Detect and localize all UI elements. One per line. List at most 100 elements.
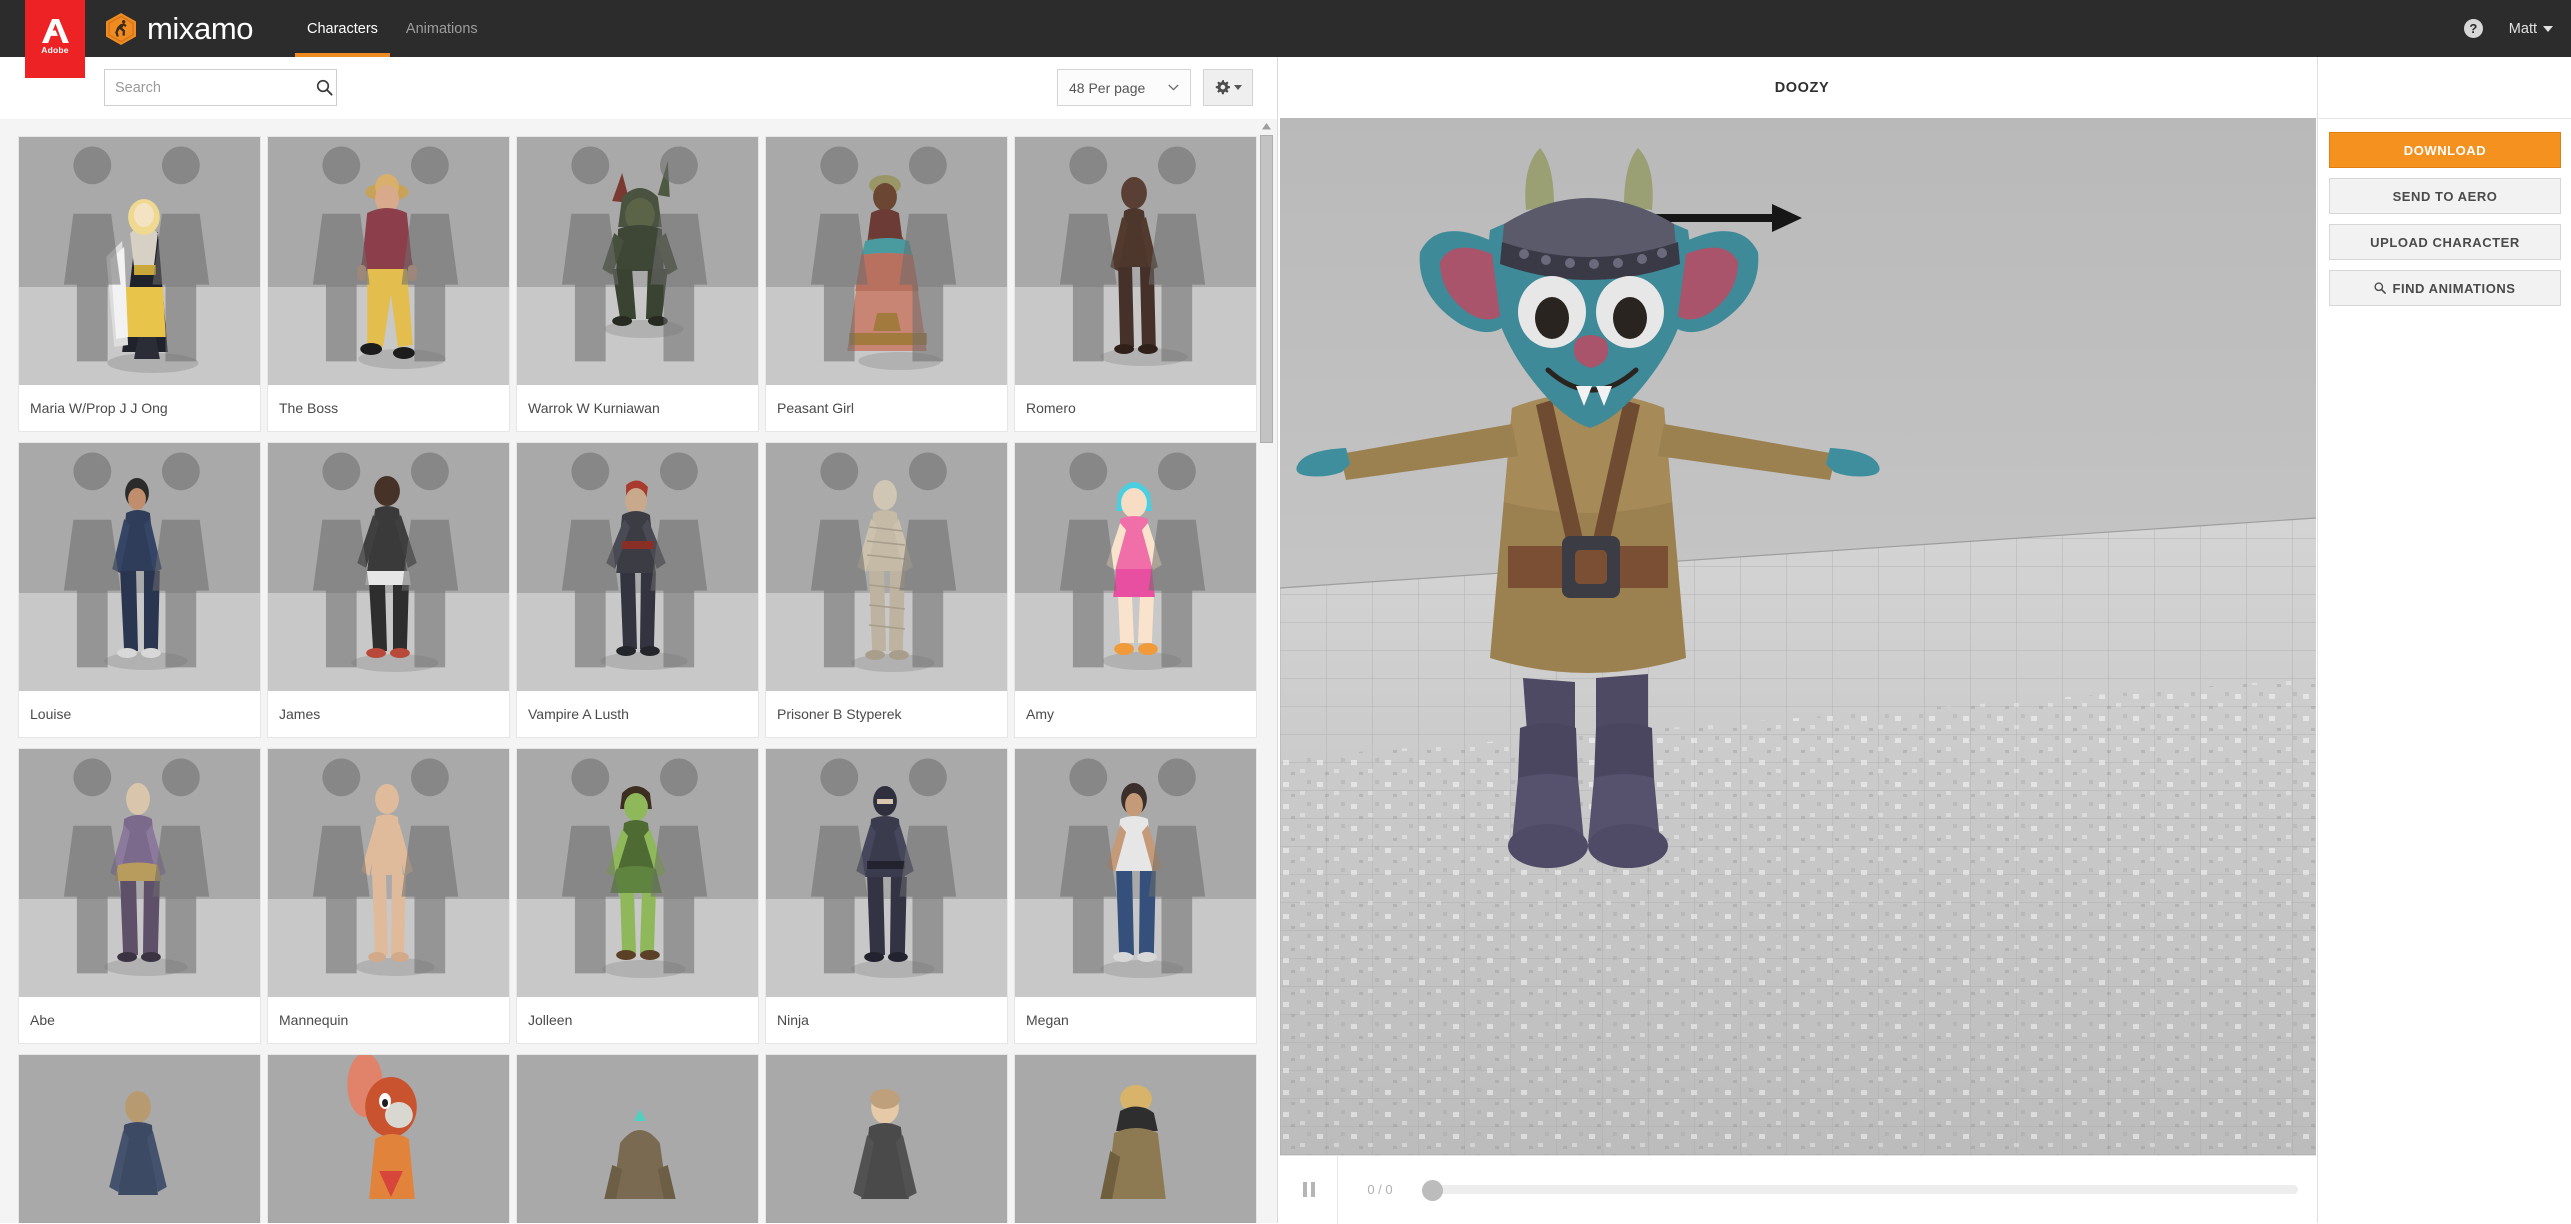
3d-viewport[interactable] <box>1280 118 2316 1155</box>
search-icon[interactable] <box>312 79 336 96</box>
character-thumbnail <box>517 749 758 997</box>
character-name: Romero <box>1026 400 1076 416</box>
character-name: The Boss <box>279 400 339 416</box>
character-card[interactable]: Amy <box>1014 442 1257 738</box>
timeline-scrubber[interactable] <box>1422 1156 2316 1224</box>
character-grid-scroll-area[interactable]: Maria W/Prop J J Ong The Boss Warrok W K… <box>0 119 1278 1223</box>
tab-animations[interactable]: Animations <box>392 0 492 57</box>
character-card[interactable]: The Boss <box>267 136 510 432</box>
character-name: Mannequin <box>279 1012 349 1028</box>
character-card[interactable]: Romero <box>1014 136 1257 432</box>
mixamo-brand[interactable]: mixamo <box>104 0 254 57</box>
download-label: DOWNLOAD <box>2403 142 2487 158</box>
adobe-logo[interactable]: Adobe <box>25 0 85 78</box>
grid-scrollbar[interactable] <box>1259 119 1274 1223</box>
help-icon[interactable]: ? <box>2463 19 2483 38</box>
character-grid: Maria W/Prop J J Ong The Boss Warrok W K… <box>18 136 1258 1223</box>
character-card[interactable]: Ninja <box>765 748 1008 1044</box>
search-input[interactable] <box>105 70 312 105</box>
character-card[interactable] <box>267 1054 510 1223</box>
character-card[interactable]: Abe <box>18 748 261 1044</box>
main-tabs: Characters Animations <box>293 0 492 57</box>
character-name: Ninja <box>777 1012 809 1028</box>
character-name: Vampire A Lusth <box>528 706 629 722</box>
character-thumbnail <box>268 137 509 385</box>
character-thumbnail <box>517 1055 758 1223</box>
scale-reference-icon <box>1059 758 1206 974</box>
adobe-wordmark: Adobe <box>41 45 69 55</box>
chevron-down-icon <box>2543 25 2553 32</box>
chevron-down-icon <box>1233 85 1242 90</box>
mixamo-hex-icon <box>106 12 136 45</box>
character-thumbnail <box>268 443 509 691</box>
help-glyph: ? <box>2469 21 2478 36</box>
character-card[interactable]: Megan <box>1014 748 1257 1044</box>
search-icon <box>2374 282 2387 294</box>
character-thumbnail <box>1015 749 1256 997</box>
scale-reference-icon <box>63 758 210 974</box>
tab-animations-label: Animations <box>405 20 478 37</box>
character-card[interactable]: James <box>267 442 510 738</box>
scale-reference-icon <box>312 758 459 974</box>
per-page-select[interactable]: 48 Per page <box>1057 69 1191 106</box>
character-card[interactable]: Louise <box>18 442 261 738</box>
character-card[interactable]: Peasant Girl <box>765 136 1008 432</box>
browser-toolbar: 48 Per page <box>0 57 1278 119</box>
top-navigation-bar: Characters Animations ? Matt <box>0 0 2571 57</box>
character-thumbnail <box>766 749 1007 997</box>
find-animations-button[interactable]: FIND ANIMATIONS <box>2329 270 2561 306</box>
character-card[interactable]: Maria W/Prop J J Ong <box>18 136 261 432</box>
scroll-up-arrow-icon[interactable] <box>1261 121 1272 132</box>
search-box[interactable] <box>104 69 337 106</box>
tab-characters[interactable]: Characters <box>293 0 392 57</box>
character-thumbnail <box>517 137 758 385</box>
character-browser-panel: 48 Per page <box>0 57 1278 1223</box>
character-name: Prisoner B Styperek <box>777 706 902 722</box>
character-thumbnail <box>766 137 1007 385</box>
brand-name: mixamo <box>147 11 254 46</box>
user-menu[interactable]: Matt <box>2509 21 2553 37</box>
character-thumbnail <box>268 1055 509 1223</box>
gear-icon <box>1215 80 1230 95</box>
upload-character-label: UPLOAD CHARACTER <box>2370 234 2520 250</box>
pause-button[interactable] <box>1280 1155 1338 1224</box>
download-button[interactable]: DOWNLOAD <box>2329 132 2561 168</box>
character-thumbnail <box>19 1055 260 1223</box>
character-thumbnail <box>1015 443 1256 691</box>
character-card[interactable] <box>516 1054 759 1223</box>
scale-reference-icon <box>561 758 708 974</box>
character-card[interactable]: Mannequin <box>267 748 510 1044</box>
character-card[interactable]: Prisoner B Styperek <box>765 442 1008 738</box>
character-thumbnail <box>766 1055 1007 1223</box>
tab-characters-label: Characters <box>307 20 378 37</box>
adobe-a-icon <box>41 19 69 43</box>
character-thumbnail <box>19 443 260 691</box>
scale-reference-icon <box>810 452 957 668</box>
grid-scrollbar-thumb[interactable] <box>1260 135 1273 443</box>
settings-button[interactable] <box>1203 69 1253 106</box>
timeline-track[interactable] <box>1422 1185 2298 1194</box>
action-rail-secondary-group: FIND ANIMATIONS <box>2318 255 2571 321</box>
character-name: Louise <box>30 706 72 722</box>
character-card[interactable]: Vampire A Lusth <box>516 442 759 738</box>
action-rail-primary-group: DOWNLOAD SEND TO AERO UPLOAD CHARACTER <box>2318 118 2571 277</box>
character-name: James <box>279 706 321 722</box>
nav-right-group: ? Matt <box>2463 0 2553 57</box>
timeline-handle[interactable] <box>1422 1179 1443 1201</box>
character-card[interactable] <box>18 1054 261 1223</box>
character-card[interactable]: Jolleen <box>516 748 759 1044</box>
character-thumbnail <box>19 137 260 385</box>
character-card[interactable]: Warrok W Kurniawan <box>516 136 759 432</box>
chevron-down-icon <box>1168 84 1179 91</box>
3d-scene <box>1280 118 2316 1155</box>
character-card[interactable] <box>765 1054 1008 1223</box>
character-card[interactable] <box>1014 1054 1257 1223</box>
character-name: Abe <box>30 1012 55 1028</box>
character-thumbnail <box>517 443 758 691</box>
user-name-label: Matt <box>2508 20 2537 37</box>
character-thumbnail <box>1015 137 1256 385</box>
scale-reference-icon <box>1059 146 1206 362</box>
send-to-aero-button[interactable]: SEND TO AERO <box>2329 178 2561 214</box>
scale-reference-icon <box>312 452 459 668</box>
pause-bar-left <box>1302 1182 1307 1197</box>
